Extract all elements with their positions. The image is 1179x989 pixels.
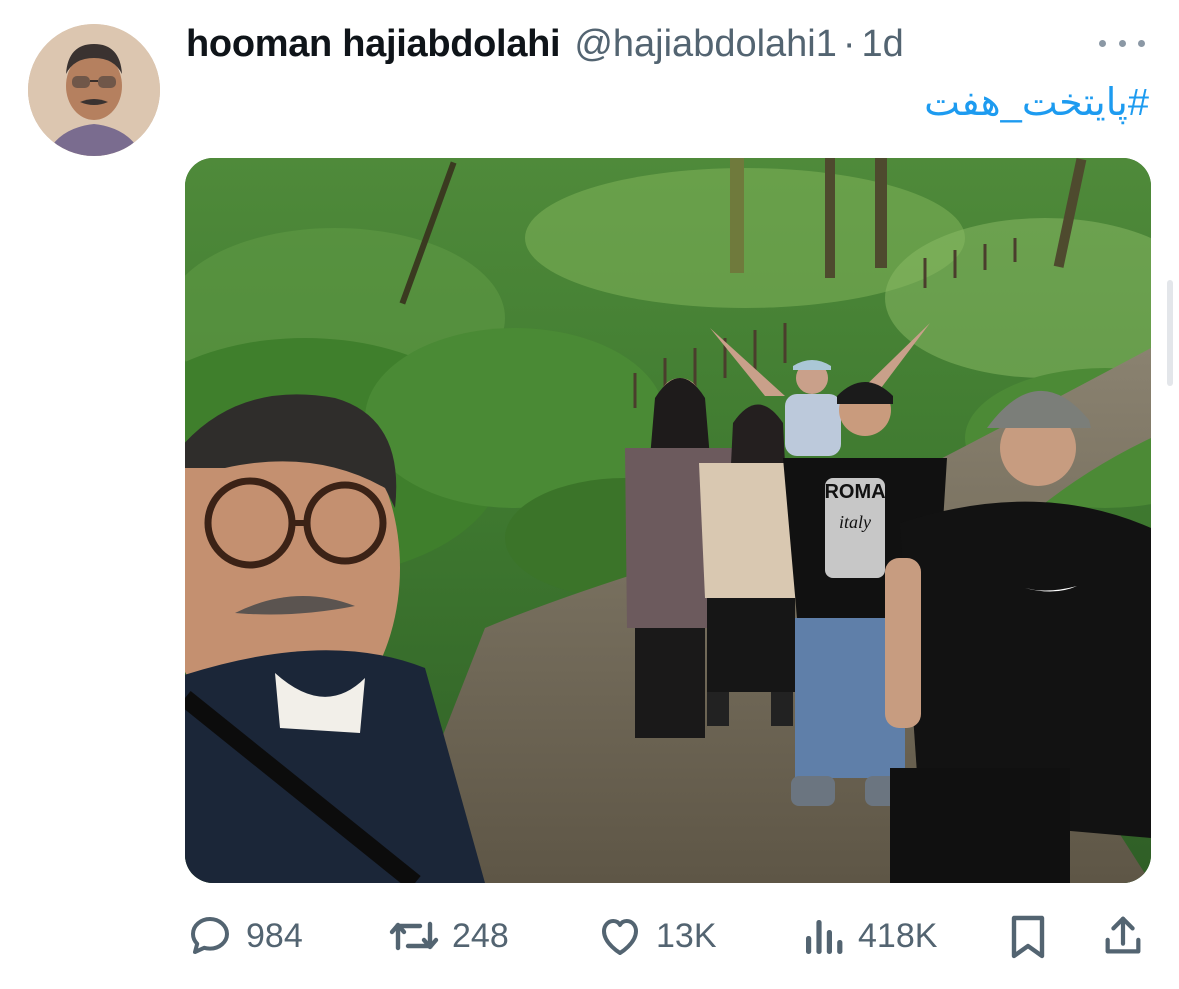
avatar-image [28,24,160,156]
scrollbar[interactable] [1167,280,1173,386]
reply-button[interactable]: 984 [186,912,303,960]
photo-image: ROMA italy [185,158,1151,883]
like-count: 13K [656,916,717,955]
action-bar: 984 248 13K 418K [186,910,1145,962]
avatar[interactable] [28,24,160,156]
tweet-photo[interactable]: ROMA italy [185,158,1151,883]
more-icon[interactable] [1099,28,1145,58]
heart-icon [602,919,638,955]
shirt-logo-sub: italy [839,512,871,532]
separator-dot: · [842,22,856,65]
views-button[interactable]: 418K [802,912,937,960]
like-button[interactable]: 13K [596,912,717,960]
retweet-button[interactable]: 248 [388,912,509,960]
bookmark-icon [1011,915,1045,959]
display-name[interactable]: hooman hajiabdolahi [186,23,561,66]
user-handle[interactable]: @hajiabdolahi1 [574,23,837,66]
views-count: 418K [858,916,938,955]
retweet-count: 248 [452,916,509,955]
share-icon [1105,916,1141,954]
shirt-logo-text: ROMA [824,481,885,503]
views-icon [806,920,843,954]
reply-icon [191,917,229,954]
share-button[interactable] [1100,912,1146,960]
reply-count: 984 [246,916,303,955]
timestamp[interactable]: 1d [862,23,904,66]
bookmark-button[interactable] [1006,912,1050,960]
hashtag-link[interactable]: #پایتخت_هفت [924,80,1149,125]
retweet-icon [389,921,439,951]
tweet-header: hooman hajiabdolahi @hajiabdolahi1 · 1d [186,22,1149,66]
